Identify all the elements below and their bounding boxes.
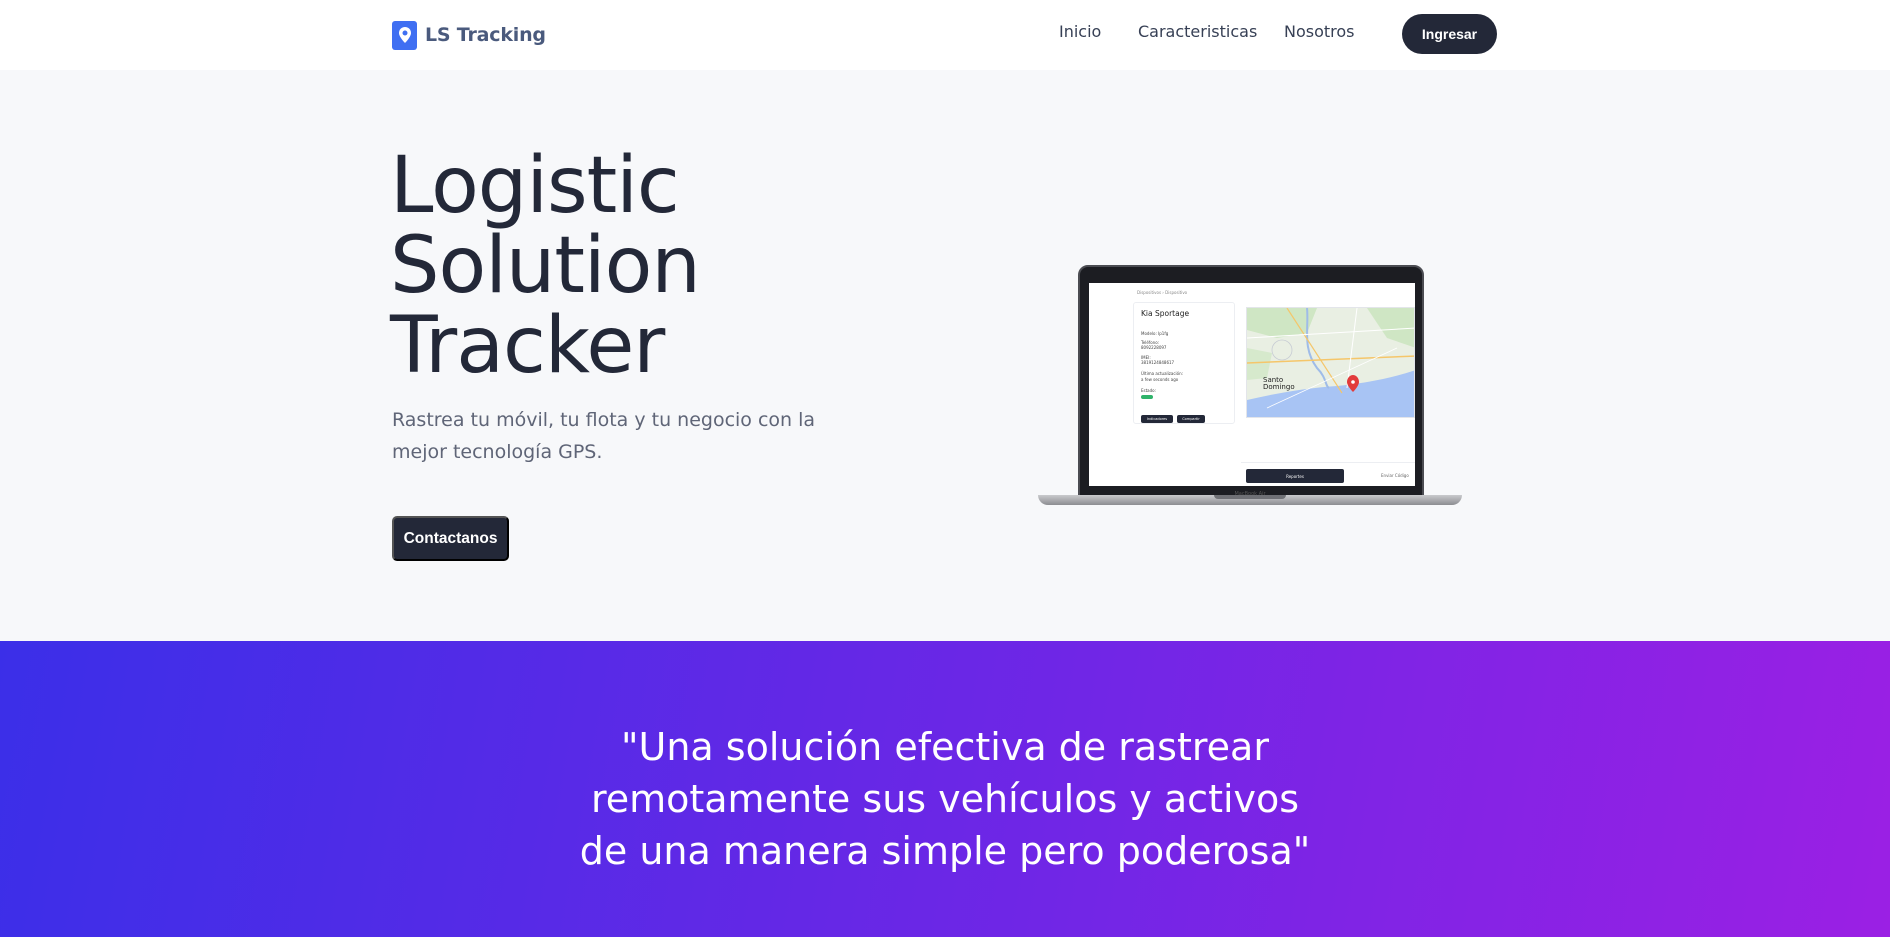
brand-name: LS Tracking [425, 24, 546, 46]
mini-tabbar: Reportes Enviar Código [1241, 462, 1415, 486]
nav-link-nosotros[interactable]: Nosotros [1284, 22, 1355, 41]
navbar: LS Tracking Inicio Caracteristicas Nosot… [0, 0, 1890, 70]
mini-device-card: Kia Sportage Modelo: Ip1fg Teléfono: 809… [1133, 302, 1235, 424]
mini-line: 3819124848617 [1141, 360, 1175, 365]
mini-line: Estado: [1141, 388, 1156, 393]
login-button[interactable]: Ingresar [1402, 14, 1497, 54]
mini-line: Modelo: Ip1fg [1141, 331, 1169, 336]
laptop-mockup: Dispositivos › Dispositivo Kia Sportage … [1038, 265, 1462, 511]
brand[interactable]: LS Tracking [392, 20, 546, 50]
mini-map-label-line: Domingo [1263, 383, 1295, 391]
contact-button[interactable]: Contactanos [392, 516, 509, 561]
mini-share-button: Compartir [1177, 415, 1205, 423]
quote-line: remotamente sus vehículos y activos [590, 777, 1300, 821]
laptop-screen: Dispositivos › Dispositivo Kia Sportage … [1089, 280, 1415, 486]
location-pin-icon [392, 20, 417, 50]
quote-line: de una manera simple pero poderosa" [579, 829, 1311, 873]
laptop-lid: Dispositivos › Dispositivo Kia Sportage … [1078, 265, 1424, 497]
laptop-base-label: MacBook Air [1234, 491, 1266, 497]
mini-indicators-button: Indicadores [1141, 415, 1173, 423]
quote-line: "Una solución efectiva de rastrear [621, 725, 1269, 769]
mini-tab-enviar-codigo: Enviar Código [1381, 473, 1409, 478]
mini-card-title: Kia Sportage [1141, 309, 1190, 318]
nav-link-inicio[interactable]: Inicio [1059, 22, 1101, 41]
mini-line: Última actualización: [1141, 371, 1183, 376]
hero-title-line: Logistic [390, 141, 680, 231]
hero-title-line: Tracker [390, 301, 665, 391]
mini-line: a few seconds ago [1141, 377, 1179, 382]
nav-link-caracteristicas[interactable]: Caracteristicas [1138, 22, 1257, 41]
mini-breadcrumb: Dispositivos › Dispositivo [1137, 290, 1188, 295]
mini-line: 8092228097 [1141, 345, 1167, 350]
mini-status-badge [1141, 395, 1153, 399]
quote-text: "Una solución efectiva de rastrear remot… [545, 721, 1345, 877]
quote-banner: "Una solución efectiva de rastrear remot… [0, 641, 1890, 937]
hero-title-line: Solution [390, 221, 701, 311]
hero-title: Logistic Solution Tracker [390, 146, 890, 386]
mini-tab-reportes: Reportes [1246, 469, 1344, 483]
mini-map: Santo Domingo [1246, 307, 1415, 418]
screen-top-bar [1089, 280, 1415, 283]
mini-map-label: Santo Domingo [1263, 377, 1295, 391]
hero-subtitle: Rastrea tu móvil, tu flota y tu negocio … [392, 409, 816, 463]
